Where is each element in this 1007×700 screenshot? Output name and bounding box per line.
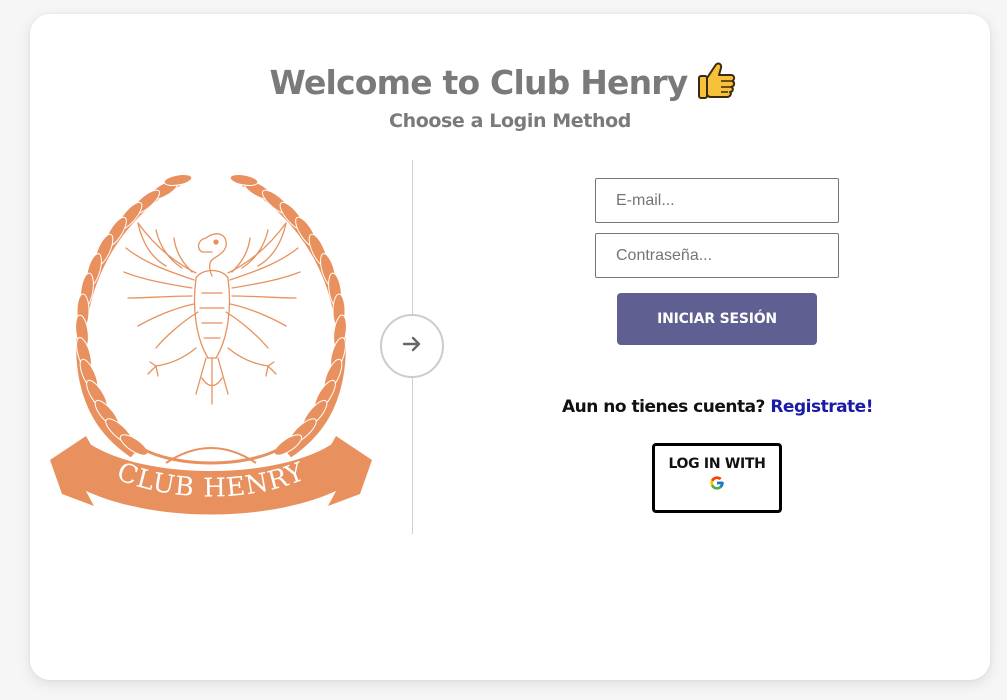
arrow-right-button[interactable] [380,314,444,378]
arrow-right-icon [401,333,423,360]
club-henry-logo: CLUB HENRY [46,168,376,528]
password-input[interactable] [595,233,839,278]
register-link[interactable]: Registrate! [770,397,873,417]
page-subtitle: Choose a Login Method [389,110,631,132]
title-text: Welcome to Club Henry [269,63,689,102]
google-login-label: LOG IN WITH [668,456,766,472]
register-prompt-line: Aun no tienes cuenta? Registrate! [540,397,895,417]
google-login-button[interactable]: LOG IN WITH [652,443,782,513]
email-input[interactable] [595,178,839,223]
page-title: Welcome to Club Henry [0,58,1007,108]
register-prompt: Aun no tienes cuenta? [562,397,765,417]
google-icon [709,475,725,494]
login-button[interactable]: INICIAR SESIÓN [617,293,817,345]
thumbs-up-icon [695,58,737,108]
